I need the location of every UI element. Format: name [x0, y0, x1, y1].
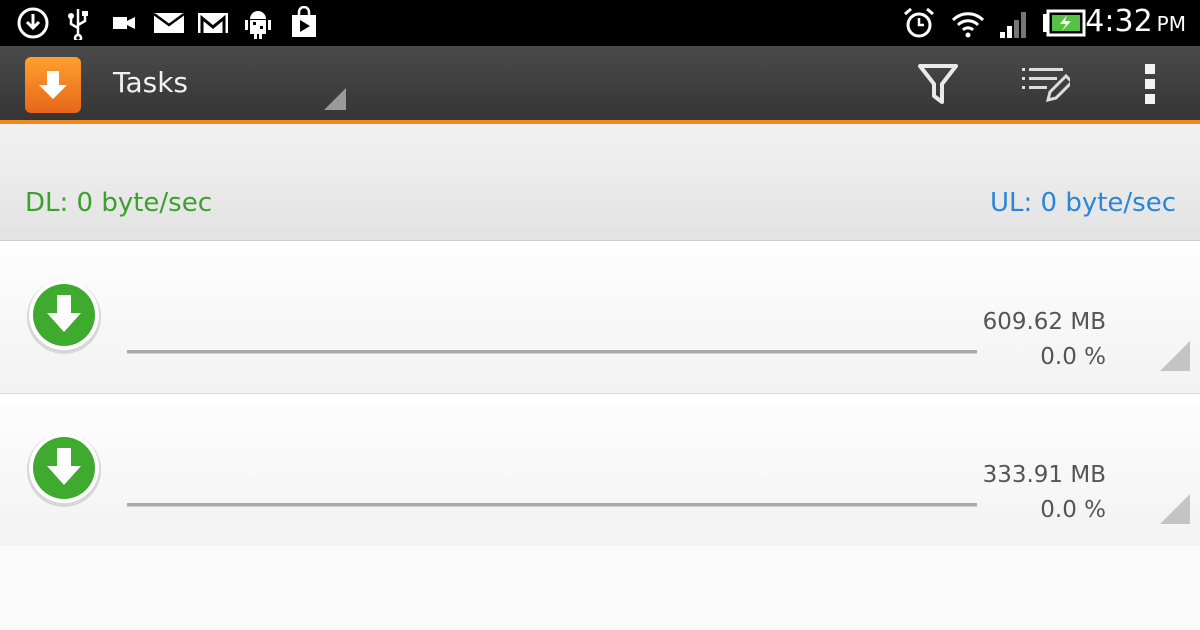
video-icon: [110, 6, 138, 40]
usb-icon: [64, 6, 92, 40]
task-row[interactable]: 609.62 MB 0.0 %: [0, 241, 1200, 394]
download-arrow-icon[interactable]: [25, 277, 103, 355]
mail-icon: [152, 6, 186, 40]
speed-summary: DL: 0 byte/sec UL: 0 byte/sec: [0, 124, 1200, 241]
status-bar: 4:32 PM: [0, 0, 1200, 46]
download-arrow-icon[interactable]: [25, 430, 103, 508]
status-ampm: PM: [1156, 12, 1186, 36]
task-percent: 0.0 %: [1040, 497, 1106, 523]
wifi-icon: [950, 6, 986, 40]
app-download-icon[interactable]: [25, 57, 81, 113]
task-progress-bar: [127, 503, 977, 507]
edit-list-icon[interactable]: [1016, 56, 1072, 112]
filter-icon[interactable]: [910, 56, 966, 112]
upload-speed: UL: 0 byte/sec: [989, 188, 1176, 218]
status-clock: 4:32 PM: [1085, 4, 1186, 42]
download-speed: DL: 0 byte/sec: [25, 188, 213, 218]
page-title[interactable]: Tasks: [113, 66, 188, 99]
status-time: 4:32: [1085, 4, 1153, 39]
empty-list-area: [0, 546, 1200, 630]
alarm-icon: [902, 6, 936, 40]
battery-charging-icon: [1042, 6, 1086, 40]
overflow-menu-icon[interactable]: [1122, 56, 1178, 112]
task-size: 333.91 MB: [982, 462, 1106, 488]
task-menu-corner-icon[interactable]: [1160, 341, 1190, 371]
spinner-dropdown-icon[interactable]: [324, 88, 346, 110]
task-percent: 0.0 %: [1040, 344, 1106, 370]
signal-icon: [998, 6, 1032, 40]
gmail-icon: [196, 6, 230, 40]
download-status-icon: [16, 6, 50, 40]
task-row[interactable]: 333.91 MB 0.0 %: [0, 394, 1200, 547]
task-progress-bar: [127, 350, 977, 354]
action-bar: Tasks: [0, 46, 1200, 124]
play-store-icon: [288, 6, 320, 40]
android-debug-icon: [242, 6, 274, 40]
task-size: 609.62 MB: [982, 309, 1106, 335]
task-menu-corner-icon[interactable]: [1160, 494, 1190, 524]
